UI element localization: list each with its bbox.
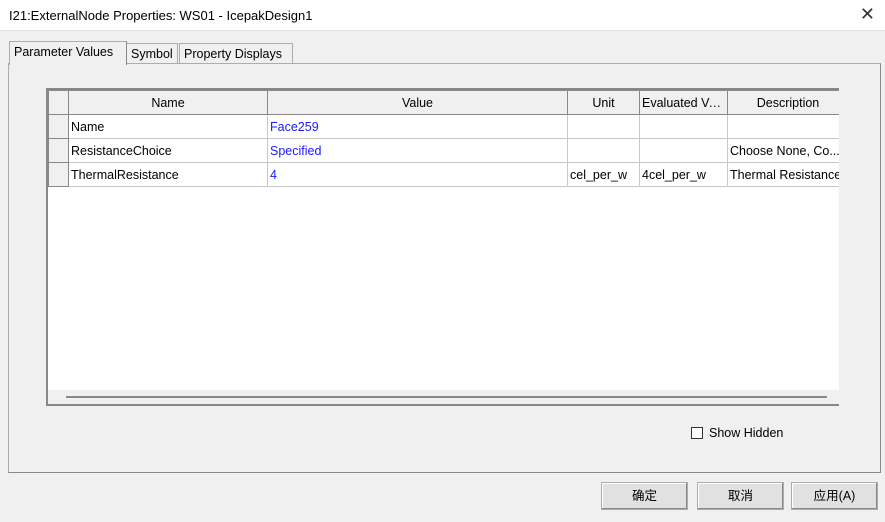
cell-name[interactable]: Name [68, 114, 268, 139]
cancel-button[interactable]: 取消 [697, 482, 784, 510]
cell-name[interactable]: ResistanceChoice [68, 138, 268, 163]
scrollbar-thumb[interactable] [66, 396, 827, 398]
tab-parameter-values[interactable]: Parameter Values [9, 41, 127, 65]
cell-evaluated: 4cel_per_w [639, 162, 728, 187]
parameter-grid: Name Value Unit Evaluated Va... Descript… [46, 88, 839, 406]
cell-value[interactable]: Specified [267, 138, 568, 163]
row-header[interactable] [48, 138, 69, 163]
show-hidden-label: Show Hidden [709, 426, 784, 440]
header-row: Name Value Unit Evaluated Va... Descript… [48, 90, 839, 115]
table-row[interactable]: Name Face259 [48, 114, 839, 139]
show-hidden-checkbox[interactable]: Show Hidden [691, 426, 783, 440]
cell-description: Thermal Resistance [727, 162, 839, 187]
column-header-name[interactable]: Name [68, 90, 268, 115]
cell-unit[interactable] [567, 114, 640, 139]
column-header-evaluated-value[interactable]: Evaluated Va... [639, 90, 728, 115]
title-bar: I21:ExternalNode Properties: WS01 - Icep… [0, 0, 885, 31]
row-header[interactable] [48, 162, 69, 187]
cell-evaluated [639, 114, 728, 139]
cell-name[interactable]: ThermalResistance [68, 162, 268, 187]
row-header[interactable] [48, 114, 69, 139]
window-title: I21:ExternalNode Properties: WS01 - Icep… [9, 8, 313, 23]
cell-value[interactable]: Face259 [267, 114, 568, 139]
column-header-unit[interactable]: Unit [567, 90, 640, 115]
column-header-description[interactable]: Description [727, 90, 839, 115]
close-icon[interactable]: ✕ [860, 4, 875, 25]
ok-button[interactable]: 确定 [601, 482, 688, 510]
tab-property-displays[interactable]: Property Displays [179, 43, 293, 64]
cell-description: Choose None, Co... [727, 138, 839, 163]
table-row[interactable]: ResistanceChoice Specified Choose None, … [48, 138, 839, 163]
corner-cell[interactable] [48, 90, 69, 115]
checkbox-icon[interactable] [691, 427, 703, 439]
column-header-value[interactable]: Value [267, 90, 568, 115]
cell-description [727, 114, 839, 139]
cell-evaluated [639, 138, 728, 163]
apply-button[interactable]: 应用(A) [791, 482, 878, 510]
cell-unit[interactable]: cel_per_w [567, 162, 640, 187]
horizontal-scrollbar[interactable] [48, 390, 839, 404]
tab-panel: Name Value Unit Evaluated Va... Descript… [8, 63, 881, 473]
cell-value[interactable]: 4 [267, 162, 568, 187]
cell-unit[interactable] [567, 138, 640, 163]
table-row[interactable]: ThermalResistance 4 cel_per_w 4cel_per_w… [48, 162, 839, 187]
tab-symbol[interactable]: Symbol [126, 43, 178, 64]
